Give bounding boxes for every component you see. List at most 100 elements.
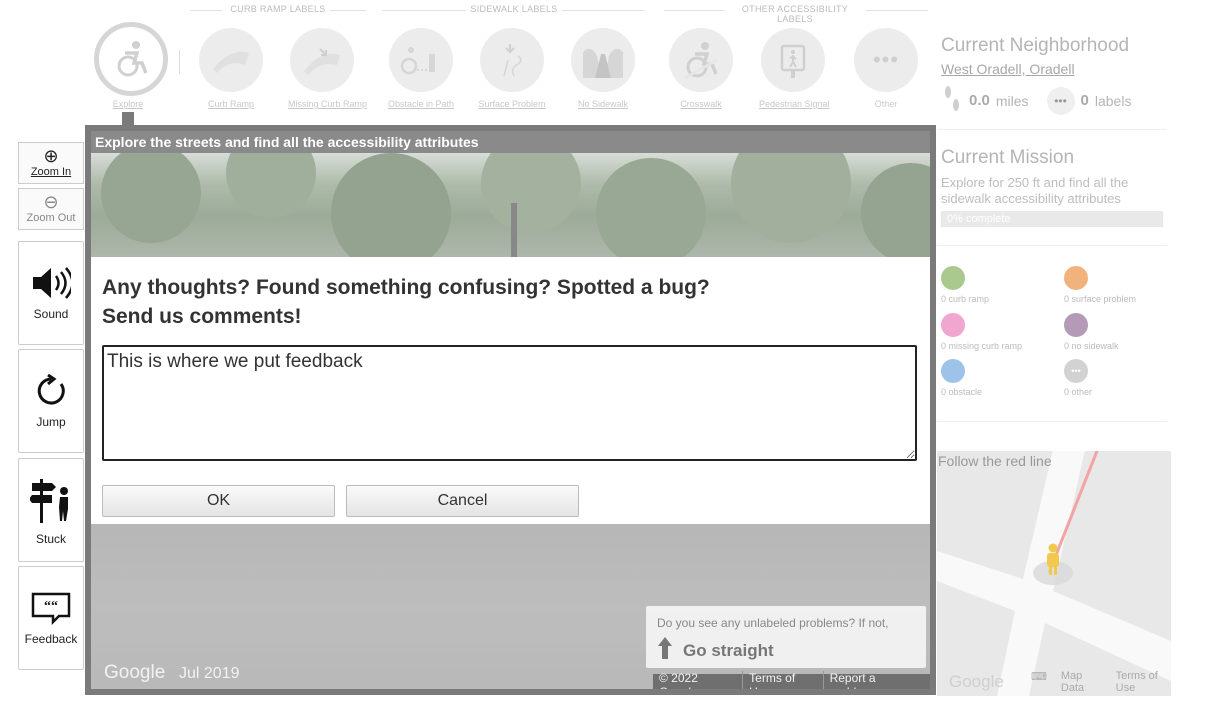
jump-label: Jump: [36, 414, 66, 429]
zoom-out-icon: ⊖: [43, 192, 59, 212]
tool-label: Pedestrian Signal: [759, 99, 830, 109]
hint-question: Do you see any unlabeled problems? If no…: [657, 616, 889, 630]
neighborhood-panel: Current Neighborhood West Oradell, Orade…: [941, 35, 1171, 118]
stuck-button[interactable]: Stuck: [18, 458, 84, 562]
tool-no-sidewalk[interactable]: No Sidewalk: [569, 28, 637, 109]
mission-text: Explore for 250 ft and find all the side…: [941, 175, 1129, 206]
group-title-curb-ramp: CURB RAMP LABELS: [230, 4, 326, 14]
jump-button[interactable]: Jump: [18, 349, 84, 453]
feedback-label: Feedback: [24, 631, 78, 646]
minimap-instruction: Follow the red line: [938, 453, 1052, 469]
legend-label: 0 surface problem: [1064, 294, 1137, 304]
app-root: CURB RAMP LABELS SIDEWALK LABELS OTHER A…: [0, 0, 1206, 707]
cancel-button[interactable]: Cancel: [346, 485, 579, 517]
street-view-panel: Explore the streets and find all the acc…: [85, 125, 936, 695]
surface-problem-icon: [1064, 266, 1088, 290]
mission-progress-bar: 0% complete: [941, 211, 1163, 227]
more-icon: •••: [854, 28, 918, 92]
zoom-in-button[interactable]: ⊕ Zoom In: [18, 142, 84, 184]
go-straight-label: Go straight: [683, 640, 774, 660]
feedback-dialog: Any thoughts? Found something confusing?…: [91, 257, 930, 524]
missing-curb-ramp-icon: [941, 313, 965, 337]
neighborhood-link[interactable]: West Oradell, Oradell: [941, 61, 1171, 77]
speech-bubble-icon: ““: [30, 591, 72, 628]
sound-button[interactable]: Sound: [18, 241, 84, 345]
tool-other[interactable]: ••• Other: [852, 28, 920, 109]
legend-curb-ramp: 0 curb ramp: [941, 266, 989, 304]
divider: [179, 50, 180, 74]
crosswalk-icon: [669, 28, 733, 92]
pegman-icon[interactable]: [1044, 543, 1062, 582]
minimap-footer: ⌨ Map Data Terms of Use: [1031, 670, 1171, 694]
sound-label: Sound: [33, 306, 69, 321]
svg-text:“: “: [44, 599, 51, 614]
divider: [664, 10, 724, 11]
legend-label: 0 other: [1064, 387, 1093, 397]
panel-title: Explore the streets and find all the acc…: [91, 131, 930, 153]
google-logo: Google: [949, 672, 1004, 691]
missing-curb-ramp-icon: [290, 28, 354, 92]
panorama-view[interactable]: [91, 153, 930, 257]
feedback-prompt-subtitle: Send us comments!: [102, 305, 302, 328]
labels-unit: labels: [1094, 92, 1132, 109]
no-sidewalk-icon: [571, 28, 635, 92]
divider: [562, 10, 644, 11]
more-icon: •••: [1064, 359, 1088, 383]
surface-problem-icon: [480, 28, 544, 92]
legend-no-sidewalk: 0 no sidewalk: [1064, 313, 1119, 351]
curb-ramp-icon: [199, 28, 263, 92]
panorama-trees: [101, 153, 930, 257]
go-straight-button[interactable]: Go straight: [657, 636, 915, 665]
minimap[interactable]: Follow the red line Google ⌨ Map Data Te…: [937, 451, 1171, 696]
distance-unit: miles: [995, 92, 1029, 109]
divider: [866, 10, 928, 11]
legend-label: 0 missing curb ramp: [941, 341, 1023, 351]
stuck-label: Stuck: [35, 531, 66, 546]
legend-label: 0 no sidewalk: [1064, 341, 1119, 351]
divider: [937, 129, 1167, 130]
progress-label: 0% complete: [947, 213, 1011, 225]
terms-link[interactable]: Terms of Use: [742, 671, 822, 689]
zoom-out-label: Zoom Out: [26, 212, 76, 224]
signpost-icon: [29, 475, 72, 528]
speaker-icon: [31, 266, 74, 303]
group-title-other: OTHER ACCESSIBILITY LABELS: [741, 4, 849, 24]
tool-label: Missing Curb Ramp: [288, 99, 368, 109]
tool-label: Crosswalk: [680, 99, 722, 109]
tool-pedestrian-signal[interactable]: Pedestrian Signal: [759, 28, 830, 109]
distance-value: 0.0: [969, 92, 990, 109]
feedback-actions: OK Cancel: [102, 485, 579, 517]
legend-obstacle: 0 obstacle: [941, 359, 982, 397]
labels-count: 0: [1080, 92, 1089, 109]
legend-label: 0 obstacle: [941, 387, 983, 397]
imagery-date: Jul 2019: [179, 665, 240, 682]
feedback-textarea[interactable]: [102, 345, 917, 461]
refresh-icon: [34, 373, 68, 411]
tool-surface-problem[interactable]: Surface Problem: [478, 28, 546, 109]
zoom-out-button[interactable]: ⊖ Zoom Out: [18, 188, 84, 230]
footprints-icon: [941, 83, 963, 118]
labels-icon: •••: [1046, 86, 1075, 115]
legend-other: ••• 0 other: [1064, 359, 1092, 397]
tool-label: Obstacle in Path: [387, 99, 455, 109]
tool-obstacle[interactable]: Obstacle in Path: [387, 28, 455, 109]
tool-curb-ramp[interactable]: Curb Ramp: [197, 28, 265, 109]
neighborhood-heading: Current Neighborhood: [941, 35, 1130, 56]
legend-label: 0 curb ramp: [941, 294, 990, 304]
arrow-up-icon: [657, 636, 673, 665]
ok-button[interactable]: OK: [102, 485, 335, 517]
report-problem-link[interactable]: Report a problem: [822, 671, 924, 689]
keyboard-icon[interactable]: ⌨: [1031, 670, 1047, 694]
panorama-footer: © 2022 Google Terms of Use Report a prob…: [653, 671, 930, 689]
tool-crosswalk[interactable]: Crosswalk: [667, 28, 735, 109]
feedback-button[interactable]: ““ Feedback: [18, 566, 84, 670]
terms-link[interactable]: Terms of Use: [1116, 670, 1171, 694]
neighborhood-stats: 0.0 miles ••• 0 labels: [941, 83, 1171, 118]
map-data-link[interactable]: Map Data: [1061, 670, 1102, 694]
tool-label: No Sidewalk: [577, 99, 629, 109]
tool-explore[interactable]: Explore: [94, 22, 168, 109]
svg-text:“: “: [51, 599, 58, 614]
tool-missing-curb-ramp[interactable]: Missing Curb Ramp: [288, 28, 368, 109]
pedestrian-signal-icon: [761, 28, 825, 92]
divider: [382, 10, 466, 11]
